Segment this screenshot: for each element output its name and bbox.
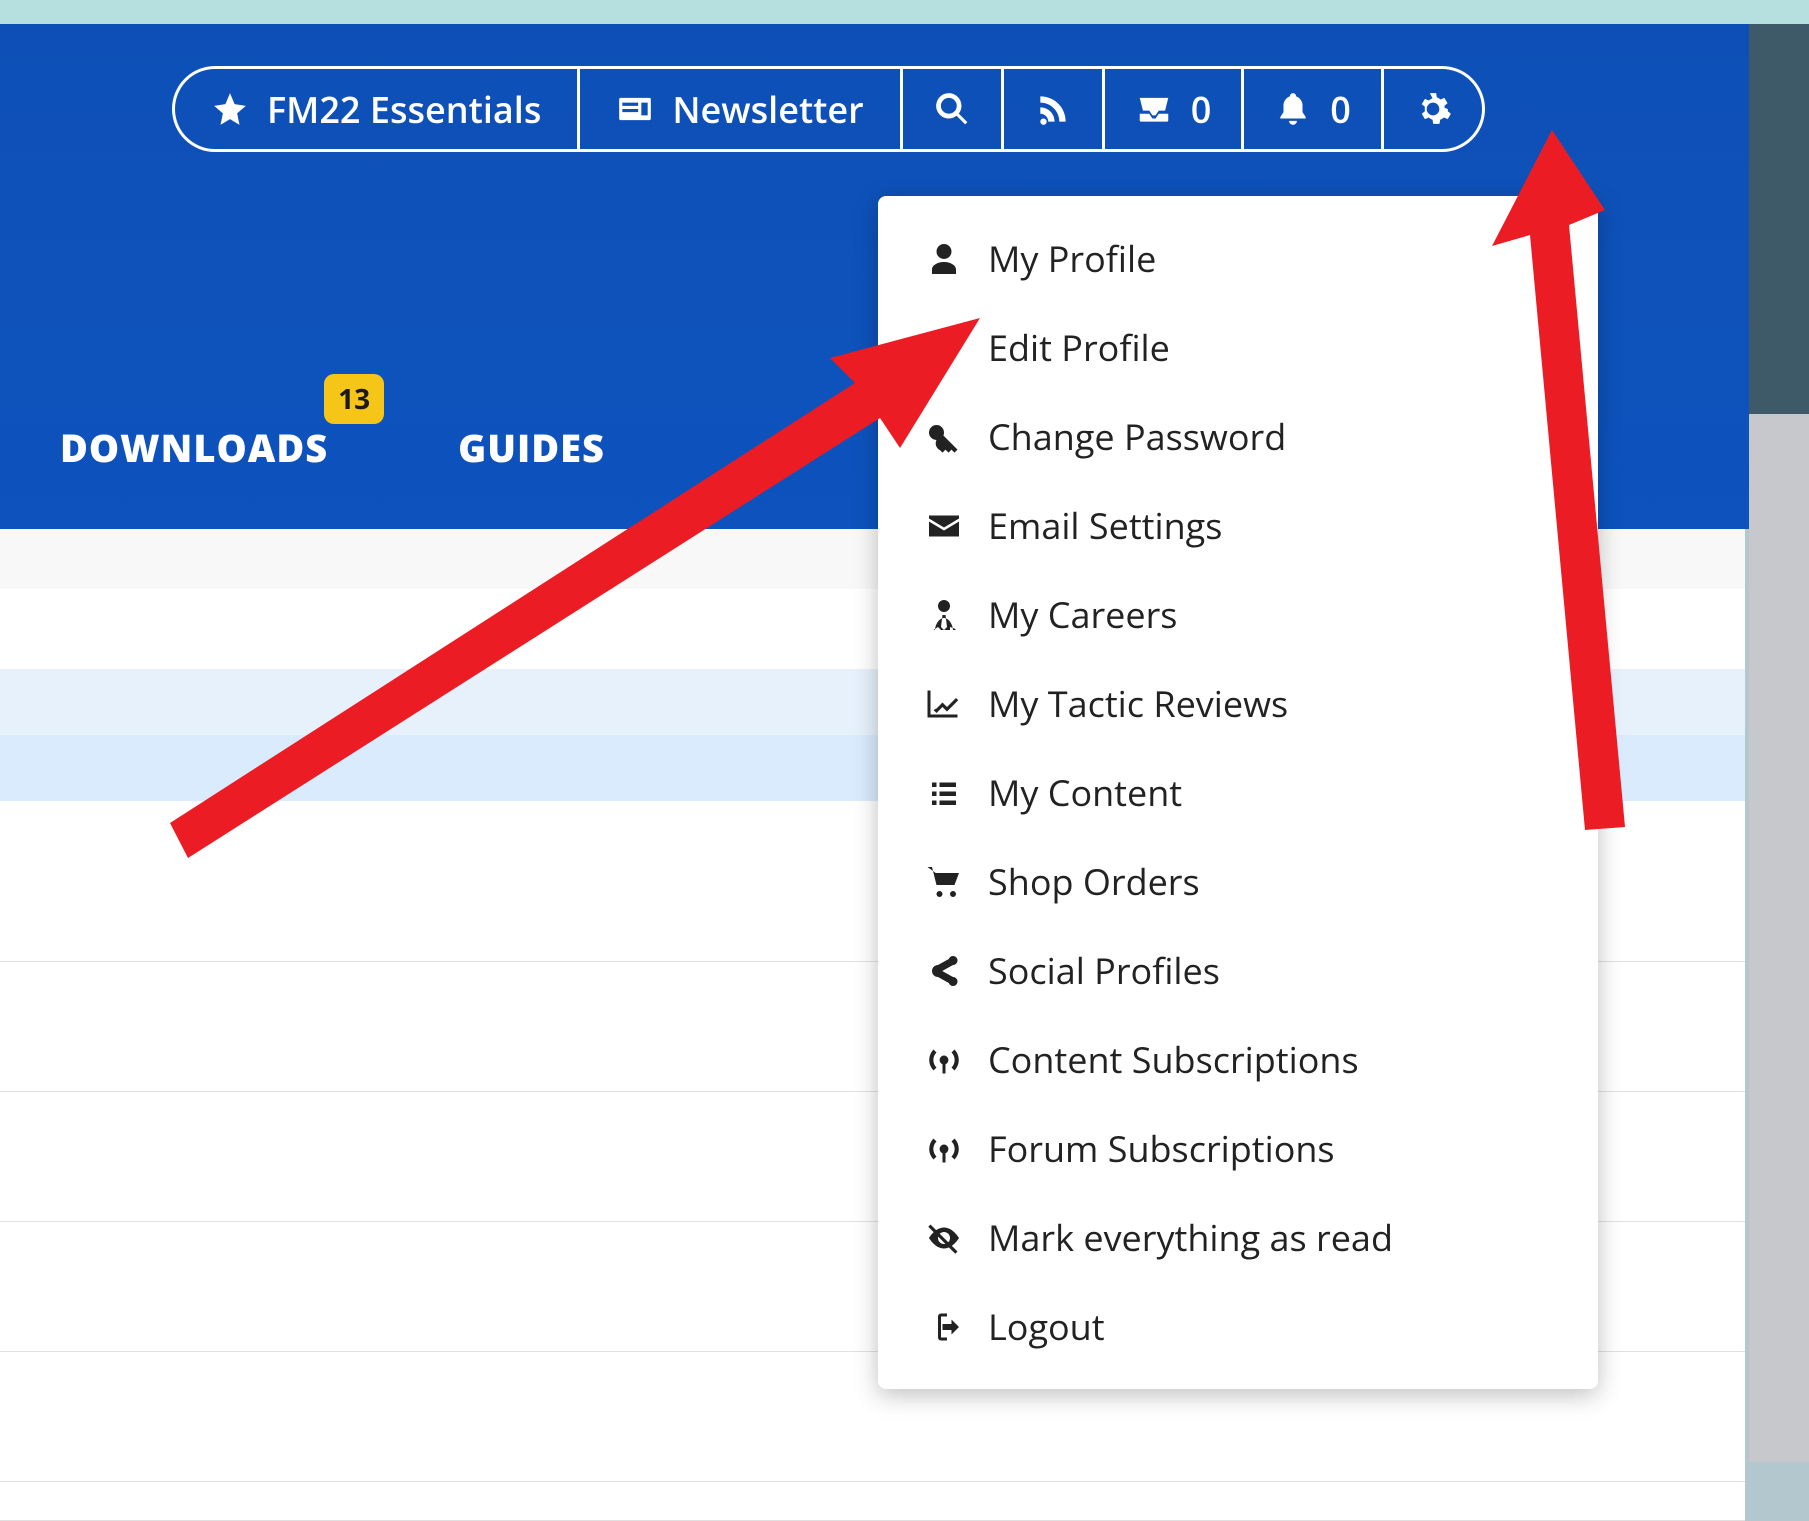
user-icon	[922, 241, 966, 277]
essentials-button[interactable]: FM22 Essentials	[175, 69, 580, 149]
eye-slash-icon	[922, 1220, 966, 1256]
dropdown-content-subscriptions[interactable]: Content Subscriptions	[878, 1015, 1598, 1104]
dropdown-item-label: Change Password	[988, 412, 1286, 461]
search-button[interactable]	[903, 69, 1004, 149]
star-icon	[211, 90, 249, 128]
rss-icon	[1034, 90, 1072, 128]
dropdown-forum-subscriptions[interactable]: Forum Subscriptions	[878, 1104, 1598, 1193]
broadcast-icon	[922, 1131, 966, 1167]
broadcast-icon	[922, 1042, 966, 1078]
top-strip	[0, 0, 1809, 24]
dropdown-social-profiles[interactable]: Social Profiles	[878, 926, 1598, 1015]
dropdown-shop-orders[interactable]: Shop Orders	[878, 837, 1598, 926]
dropdown-item-label: Content Subscriptions	[988, 1035, 1359, 1084]
dropdown-item-label: My Profile	[988, 234, 1156, 283]
inbox-icon	[1135, 90, 1173, 128]
dropdown-item-label: Shop Orders	[988, 857, 1200, 906]
dropdown-item-label: Forum Subscriptions	[988, 1124, 1335, 1173]
dropdown-logout[interactable]: Logout	[878, 1282, 1598, 1371]
rss-button[interactable]	[1004, 69, 1105, 149]
newsletter-button[interactable]: Newsletter	[580, 69, 902, 149]
dropdown-mark-read[interactable]: Mark everything as read	[878, 1193, 1598, 1282]
inbox-count: 0	[1191, 85, 1212, 134]
settings-button[interactable]	[1384, 69, 1482, 149]
inbox-button[interactable]: 0	[1105, 69, 1245, 149]
toolbar: FM22 Essentials Newsletter 0	[172, 66, 1485, 152]
content-row	[0, 1481, 1745, 1521]
dropdown-item-label: My Careers	[988, 590, 1177, 639]
cart-icon	[922, 864, 966, 900]
dropdown-item-label: Logout	[988, 1302, 1105, 1351]
logout-icon	[922, 1309, 966, 1345]
notifications-button[interactable]: 0	[1244, 69, 1384, 149]
dropdown-item-label: Edit Profile	[988, 323, 1170, 372]
annotation-arrow-edit-profile	[170, 318, 980, 858]
notifications-count: 0	[1330, 85, 1351, 134]
search-icon	[933, 90, 971, 128]
essentials-label: FM22 Essentials	[267, 85, 541, 134]
annotation-arrow-settings	[1470, 130, 1670, 850]
right-sidebar-dark	[1749, 24, 1809, 414]
gear-icon	[1414, 90, 1452, 128]
dropdown-item-label: Mark everything as read	[988, 1213, 1393, 1262]
dropdown-item-label: Social Profiles	[988, 946, 1220, 995]
bell-icon	[1274, 90, 1312, 128]
newsletter-icon	[616, 90, 654, 128]
right-sidebar-light	[1749, 414, 1809, 1462]
dropdown-item-label: My Content	[988, 768, 1182, 817]
share-icon	[922, 953, 966, 989]
dropdown-item-label: My Tactic Reviews	[988, 679, 1288, 728]
newsletter-label: Newsletter	[672, 85, 863, 134]
dropdown-item-label: Email Settings	[988, 501, 1222, 550]
